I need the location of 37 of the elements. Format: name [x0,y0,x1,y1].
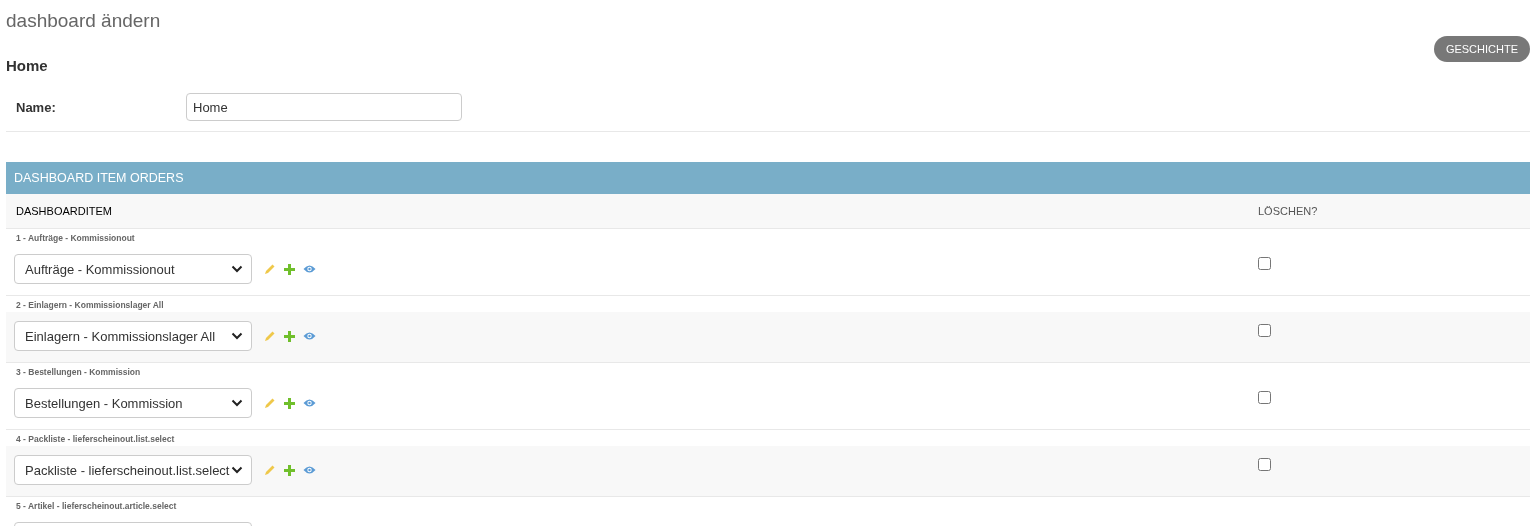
column-header: DASHBOARDITEM [15,205,113,217]
object-title: Home [6,56,49,76]
pencil-icon[interactable] [264,464,276,476]
view-icon[interactable] [303,264,316,274]
item-dropdown[interactable]: Einlagern - Kommissionslager All [14,321,252,351]
add-icon[interactable] [284,397,295,409]
view-icon[interactable] [303,331,316,341]
view-icon[interactable] [303,398,316,408]
add-icon[interactable] [284,330,295,342]
section-header: DASHBOARD ITEM ORDERS [6,162,1530,194]
row-label: 2 - Einlagern - Kommissionslager All [16,300,164,310]
row-label: 4 - Packliste - lieferscheinout.list.select [16,434,175,444]
pencil-icon[interactable] [264,397,276,409]
row-label: 3 - Bestellungen - Kommission [16,367,141,377]
view-icon[interactable] [303,465,316,475]
delete-checkbox[interactable] [1258,458,1271,471]
column-header: LÖSCHEN? [1258,205,1319,217]
caret-icon [231,332,243,340]
name-field[interactable]: Home [186,93,462,121]
row-label: 5 - Artikel - lieferscheinout.article.select [16,501,177,511]
pencil-icon[interactable] [264,263,276,275]
item-dropdown[interactable]: Aufträge - Kommissionout [14,254,252,284]
caret-icon [231,265,243,273]
page-title: dashboard ändern [6,10,161,32]
item-dropdown[interactable]: Bestellungen - Kommission [14,388,252,418]
delete-checkbox[interactable] [1258,324,1271,337]
add-icon[interactable] [284,464,295,476]
add-icon[interactable] [284,263,295,275]
caret-icon [231,399,243,407]
item-dropdown[interactable]: Packliste - lieferscheinout.list.select [14,455,252,485]
row-label: 1 - Aufträge - Kommissionout [16,233,135,243]
history-button[interactable]: GESCHICHTE [1433,36,1530,62]
caret-icon [231,466,243,474]
delete-checkbox[interactable] [1258,391,1271,404]
pencil-icon[interactable] [264,330,276,342]
field-label: Name: [16,99,57,115]
delete-checkbox[interactable] [1258,257,1271,270]
